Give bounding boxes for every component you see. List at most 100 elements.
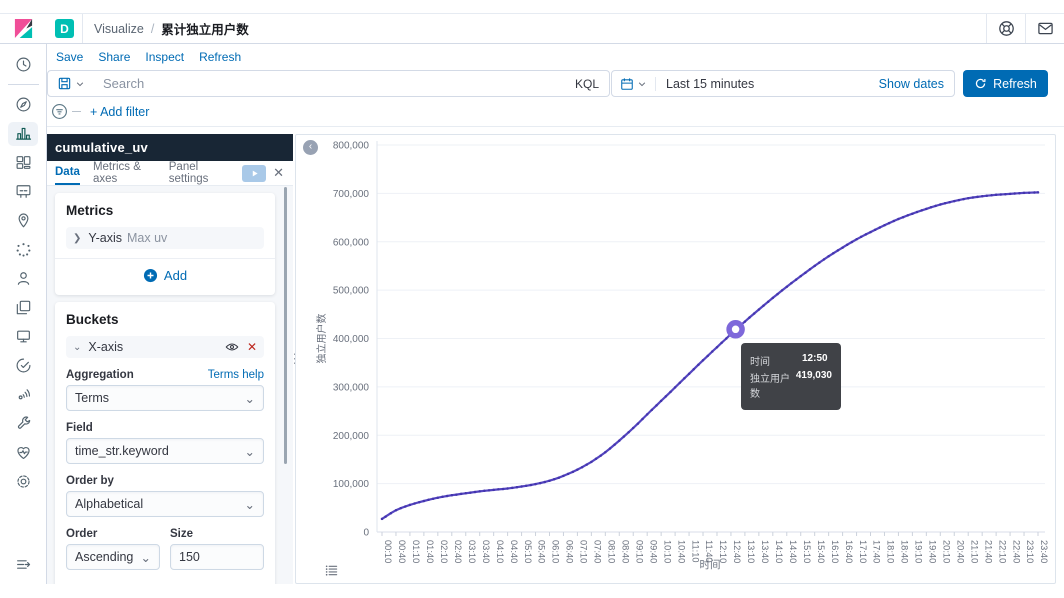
refresh-button[interactable]: Refresh (963, 70, 1048, 97)
collapse-editor-icon[interactable]: ‹ (303, 140, 318, 155)
bucket-x-axis-row[interactable]: ⌄ X-axis ✕ (66, 336, 264, 358)
data-point (409, 504, 412, 507)
data-point (441, 496, 444, 499)
help-icon[interactable] (987, 14, 1025, 43)
sidebar-recent-icon[interactable] (8, 53, 38, 77)
data-point (437, 496, 440, 499)
breadcrumb-separator: / (151, 22, 154, 36)
data-point (893, 220, 896, 223)
vis-editor-panel: cumulative_uv Data Metrics & axes Panel … (47, 134, 293, 584)
share-button[interactable]: Share (98, 50, 130, 64)
show-dates-button[interactable]: Show dates (879, 77, 944, 91)
mail-icon[interactable] (1026, 14, 1064, 43)
time-range-value[interactable]: Last 15 minutes (656, 77, 879, 91)
field-label: Field (66, 422, 264, 434)
buckets-title: Buckets (66, 312, 264, 327)
tab-data[interactable]: Data (55, 162, 80, 185)
legend-toggle-icon[interactable] (324, 563, 339, 578)
date-quick-select-button[interactable] (620, 77, 656, 91)
highlighted-point[interactable] (729, 323, 742, 336)
data-point (776, 293, 779, 296)
aggregation-select[interactable]: Terms⌄ (66, 385, 264, 411)
data-point (674, 386, 677, 389)
data-point (539, 482, 542, 485)
search-input[interactable]: Search KQL (93, 70, 610, 97)
x-tick-label: 16:10 (830, 540, 840, 563)
x-tick-label: 14:40 (788, 540, 798, 563)
data-point (972, 196, 975, 199)
data-point (427, 499, 430, 502)
order-select[interactable]: Ascending⌄ (66, 544, 160, 570)
data-point (753, 312, 756, 315)
order-by-select[interactable]: Alphabetical⌄ (66, 491, 264, 517)
data-point (581, 466, 584, 469)
add-filter-button[interactable]: + Add filter (90, 105, 149, 119)
sidebar-logs-icon[interactable] (8, 325, 38, 349)
sidebar-maps-icon[interactable] (8, 209, 38, 233)
field-select[interactable]: time_str.keyword⌄ (66, 438, 264, 464)
sidebar-machine-learning-icon[interactable] (8, 238, 38, 262)
topbar-right (986, 14, 1064, 43)
sidebar-management-icon[interactable] (8, 470, 38, 494)
refresh-menu-button[interactable]: Refresh (199, 50, 241, 64)
data-point (585, 463, 588, 466)
refresh-icon (974, 77, 987, 90)
data-point (967, 197, 970, 200)
data-point (525, 485, 528, 488)
cumulative-uv-chart[interactable]: 0100,000200,000300,000400,000500,000600,… (296, 135, 1056, 584)
saved-query-menu-button[interactable] (47, 70, 94, 97)
kibana-logo-icon[interactable] (0, 18, 47, 39)
size-input[interactable]: 150 (170, 544, 264, 570)
data-point (679, 382, 682, 385)
data-point (599, 454, 602, 457)
editor-scrollbar[interactable] (284, 187, 287, 464)
chevron-down-icon (75, 79, 85, 89)
x-tick-label: 17:40 (872, 540, 882, 563)
app-badge[interactable]: D (55, 19, 74, 38)
sidebar-dev-tools-icon[interactable] (8, 412, 38, 436)
tab-metrics-axes[interactable]: Metrics & axes (93, 157, 156, 190)
data-point (930, 206, 933, 209)
sidebar-uptime-icon[interactable] (8, 354, 38, 378)
data-point (609, 447, 612, 450)
eye-icon[interactable] (225, 340, 239, 354)
sidebar-dashboard-icon[interactable] (8, 151, 38, 175)
data-point (827, 255, 830, 257)
breadcrumb-visualize[interactable]: Visualize (94, 22, 144, 36)
sidebar-apm-icon[interactable] (8, 383, 38, 407)
apply-changes-button[interactable] (242, 165, 266, 182)
data-point (706, 355, 709, 358)
filter-options-icon[interactable] (51, 103, 68, 120)
data-point (530, 484, 533, 487)
data-point (478, 490, 481, 493)
discard-changes-button[interactable]: ✕ (266, 165, 293, 181)
data-point (590, 461, 593, 464)
sidebar-discover-icon[interactable] (8, 93, 38, 117)
metric-y-axis-row[interactable]: ❯ Y-axis Max uv (66, 227, 264, 249)
sidebar-stack-monitoring-icon[interactable] (8, 441, 38, 465)
data-point (511, 487, 514, 490)
inspect-button[interactable]: Inspect (145, 50, 184, 64)
terms-help-link[interactable]: Terms help (208, 369, 264, 381)
sidebar-metrics-icon[interactable] (8, 296, 38, 320)
kql-badge[interactable]: KQL (575, 77, 599, 91)
data-point (962, 198, 965, 201)
x-tick-label: 00:40 (397, 540, 407, 563)
data-point (492, 489, 495, 492)
save-button[interactable]: Save (56, 50, 83, 64)
x-tick-label: 06:10 (551, 540, 561, 563)
data-point (660, 400, 663, 403)
sidebar-visualize-icon[interactable] (8, 122, 38, 146)
sidebar-canvas-icon[interactable] (8, 180, 38, 204)
x-tick-label: 15:40 (816, 540, 826, 563)
data-point (790, 282, 793, 285)
data-point (906, 214, 909, 217)
tab-panel-settings[interactable]: Panel settings (169, 157, 229, 190)
sidebar-collapse-icon[interactable] (8, 552, 38, 576)
sidebar-graph-icon[interactable] (8, 267, 38, 291)
x-tick-label: 09:10 (634, 540, 644, 563)
y-tick-label: 600,000 (333, 237, 370, 248)
y-tick-label: 800,000 (333, 141, 370, 152)
add-metric-button[interactable]: Add (66, 259, 264, 285)
remove-bucket-icon[interactable]: ✕ (247, 340, 257, 354)
